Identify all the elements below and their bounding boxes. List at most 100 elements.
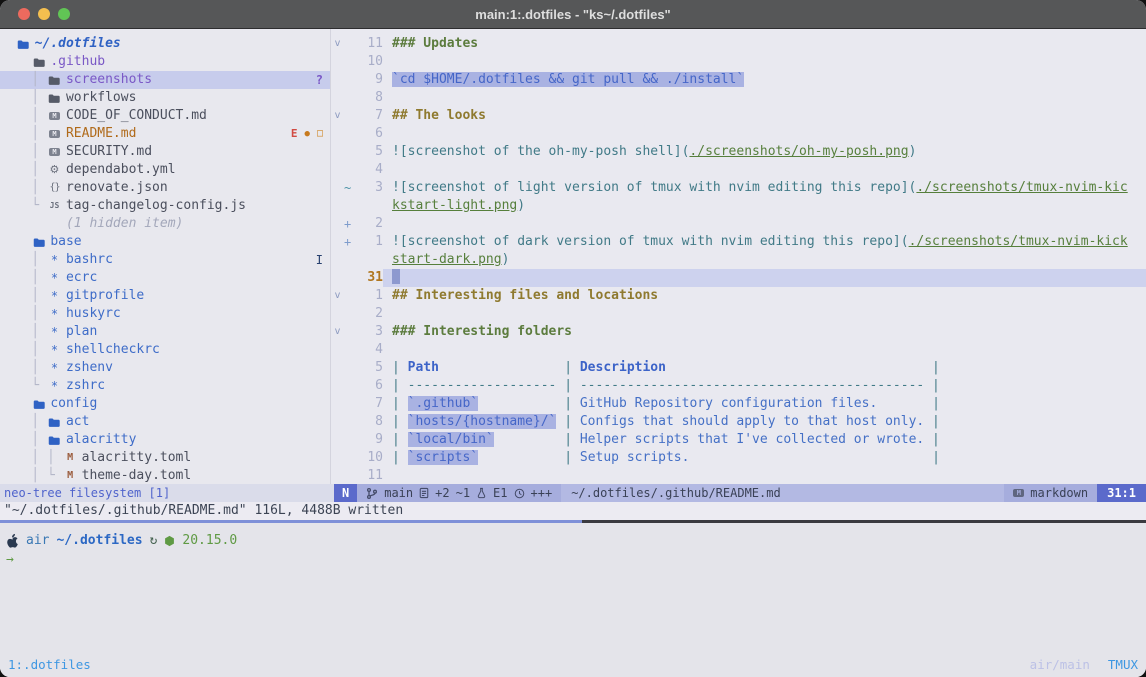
line-number: 1: [355, 287, 383, 305]
minimize-button[interactable]: [38, 8, 50, 20]
git-sign: [344, 395, 355, 413]
editor-line[interactable]: start-dark.png): [331, 251, 1146, 269]
shell-pane[interactable]: air ~/.dotfiles ↻ 20.15.0 → 1:.dotfiles …: [0, 523, 1146, 677]
tree-item--github[interactable]: .github: [0, 53, 330, 71]
line-number: 2: [355, 215, 383, 233]
editor-line[interactable]: 10: [331, 53, 1146, 71]
fold-marker[interactable]: [331, 395, 344, 413]
fold-marker[interactable]: v: [331, 323, 344, 341]
fold-marker[interactable]: [331, 449, 344, 467]
fold-marker[interactable]: v: [331, 107, 344, 125]
tree-item-shellcheckrc[interactable]: │ *shellcheckrc: [0, 341, 330, 359]
editor-line[interactable]: +1![screenshot of dark version of tmux w…: [331, 233, 1146, 251]
tree-item-label: bashrc: [66, 251, 113, 269]
tree-item--1-hidden-item-[interactable]: (1 hidden item): [0, 215, 330, 233]
fold-marker[interactable]: [331, 197, 344, 215]
node-version: 20.15.0: [182, 531, 237, 550]
tree-item-alacritty-toml[interactable]: │ │ Malacritty.toml: [0, 449, 330, 467]
tree-item-screenshots[interactable]: │ screenshots?: [0, 71, 330, 89]
editor-line[interactable]: v3### Interesting folders: [331, 323, 1146, 341]
editor-line[interactable]: 5| Path | Description |: [331, 359, 1146, 377]
fold-marker[interactable]: [331, 161, 344, 179]
editor-current-line[interactable]: 31: [331, 269, 1146, 287]
editor-line[interactable]: +2: [331, 215, 1146, 233]
tree-item-zshrc[interactable]: └ *zshrc: [0, 377, 330, 395]
fold-marker[interactable]: v: [331, 287, 344, 305]
close-button[interactable]: [18, 8, 30, 20]
fold-marker[interactable]: [331, 431, 344, 449]
git-sign: [344, 89, 355, 107]
tree-item-workflows[interactable]: │ workflows: [0, 89, 330, 107]
editor-line[interactable]: 4: [331, 341, 1146, 359]
line-number: 2: [355, 305, 383, 323]
editor-line[interactable]: 4: [331, 161, 1146, 179]
tree-item-zshenv[interactable]: │ *zshenv: [0, 359, 330, 377]
tree-item-act[interactable]: │ act: [0, 413, 330, 431]
editor-line[interactable]: 10| `scripts` | Setup scripts. |: [331, 449, 1146, 467]
tree-item-tag-changelog-config-js[interactable]: └ JStag-changelog-config.js: [0, 197, 330, 215]
fold-marker[interactable]: [331, 215, 344, 233]
editor-line[interactable]: 5![screenshot of the oh-my-posh shell](.…: [331, 143, 1146, 161]
tree-item-readme-md[interactable]: │ MREADME.mdE●□: [0, 125, 330, 143]
tree-item-alacritty[interactable]: │ alacritty: [0, 431, 330, 449]
tree-item-gitprofile[interactable]: │ *gitprofile: [0, 287, 330, 305]
tree-item-plan[interactable]: │ *plan: [0, 323, 330, 341]
tree-item-label: dependabot.yml: [66, 161, 176, 179]
fold-marker[interactable]: [331, 359, 344, 377]
line-number: 7: [355, 107, 383, 125]
fold-marker[interactable]: [331, 467, 344, 484]
zoom-button[interactable]: [58, 8, 70, 20]
editor-line[interactable]: v7## The looks: [331, 107, 1146, 125]
tree-item-ecrc[interactable]: │ *ecrc: [0, 269, 330, 287]
editor-line[interactable]: 11: [331, 467, 1146, 484]
tree-item-dependabot-yml[interactable]: │ ⚙dependabot.yml: [0, 161, 330, 179]
line-text: start-dark.png): [383, 251, 1146, 269]
fold-marker[interactable]: [331, 143, 344, 161]
editor-line[interactable]: v11### Updates: [331, 35, 1146, 53]
tree-item-base[interactable]: base: [0, 233, 330, 251]
tree-item-bashrc[interactable]: │ *bashrcI: [0, 251, 330, 269]
editor-line[interactable]: kstart-light.png): [331, 197, 1146, 215]
editor-line[interactable]: v1## Interesting files and locations: [331, 287, 1146, 305]
tree-item-huskyrc[interactable]: │ *huskyrc: [0, 305, 330, 323]
git-sign: [344, 251, 355, 269]
line-number: 3: [355, 179, 383, 197]
fold-marker[interactable]: [331, 233, 344, 251]
editor-line[interactable]: 8: [331, 89, 1146, 107]
tree-item-security-md[interactable]: │ MSECURITY.md: [0, 143, 330, 161]
editor-line[interactable]: 8| `hosts/{hostname}/` | Configs that sh…: [331, 413, 1146, 431]
shell-input-line[interactable]: →: [0, 550, 1146, 569]
git-sign: [344, 449, 355, 467]
editor-line[interactable]: 6| ------------------- | ---------------…: [331, 377, 1146, 395]
fold-marker[interactable]: [331, 179, 344, 197]
tree-item--dotfiles[interactable]: ~/.dotfiles: [0, 35, 330, 53]
fold-marker[interactable]: [331, 413, 344, 431]
fold-marker[interactable]: [331, 341, 344, 359]
editor-line[interactable]: 9`cd $HOME/.dotfiles && git pull && ./in…: [331, 71, 1146, 89]
git-sign: [344, 107, 355, 125]
tree-item-config[interactable]: config: [0, 395, 330, 413]
fold-marker[interactable]: [331, 251, 344, 269]
git-sign: [344, 467, 355, 484]
config-file-icon: *: [47, 323, 62, 341]
tree-item-theme-day-toml[interactable]: │ └ Mtheme-day.toml: [0, 467, 330, 484]
fold-marker[interactable]: v: [331, 35, 344, 53]
fold-marker[interactable]: [331, 53, 344, 71]
editor-line[interactable]: 9| `local/bin` | Helper scripts that I'v…: [331, 431, 1146, 449]
tree-item-label: act: [66, 413, 89, 431]
editor-line[interactable]: 6: [331, 125, 1146, 143]
neo-tree-panel: ~/.dotfiles .github │ screenshots? │ wor…: [0, 29, 331, 484]
fold-marker[interactable]: [331, 305, 344, 323]
tree-item-code-of-conduct-md[interactable]: │ MCODE_OF_CONDUCT.md: [0, 107, 330, 125]
fold-marker[interactable]: [331, 377, 344, 395]
fold-marker[interactable]: [331, 71, 344, 89]
fold-marker[interactable]: [331, 89, 344, 107]
tmux-window-item[interactable]: 1:.dotfiles: [8, 657, 91, 672]
fold-marker[interactable]: [331, 125, 344, 143]
editor-line[interactable]: 2: [331, 305, 1146, 323]
editor-line[interactable]: ~3![screenshot of light version of tmux …: [331, 179, 1146, 197]
tree-item-renovate-json[interactable]: │ {}renovate.json: [0, 179, 330, 197]
fold-marker[interactable]: [331, 269, 344, 287]
editor-line[interactable]: 7| `.github` | GitHub Repository configu…: [331, 395, 1146, 413]
terminal-content: ~/.dotfiles .github │ screenshots? │ wor…: [0, 29, 1146, 677]
